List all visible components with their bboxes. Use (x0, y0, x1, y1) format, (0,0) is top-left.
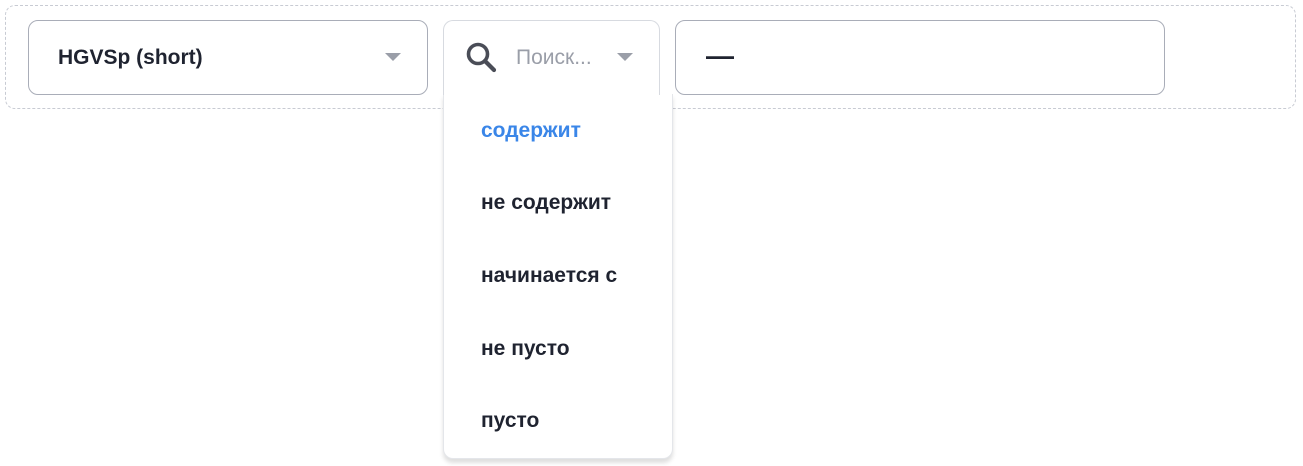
value-input[interactable]: — (675, 20, 1165, 95)
operator-option-not-empty[interactable]: не пусто (481, 337, 570, 361)
search-icon (466, 42, 497, 73)
caret-down-icon (385, 53, 401, 61)
operator-option-not-contains[interactable]: не содержит (481, 191, 611, 215)
field-select-value: HGVSp (short) (58, 45, 203, 69)
operator-option-contains[interactable]: содержит (481, 119, 581, 143)
operator-search-input[interactable] (516, 43, 616, 73)
operator-option-starts-with[interactable]: начинается с (481, 264, 617, 288)
operator-option-empty[interactable]: пусто (481, 409, 539, 433)
caret-down-icon (617, 53, 633, 61)
field-select[interactable]: HGVSp (short) (28, 20, 428, 95)
operator-select[interactable] (443, 20, 660, 95)
value-input-text: — (706, 39, 734, 71)
operator-dropdown: содержит не содержит начинается с не пус… (443, 94, 673, 459)
